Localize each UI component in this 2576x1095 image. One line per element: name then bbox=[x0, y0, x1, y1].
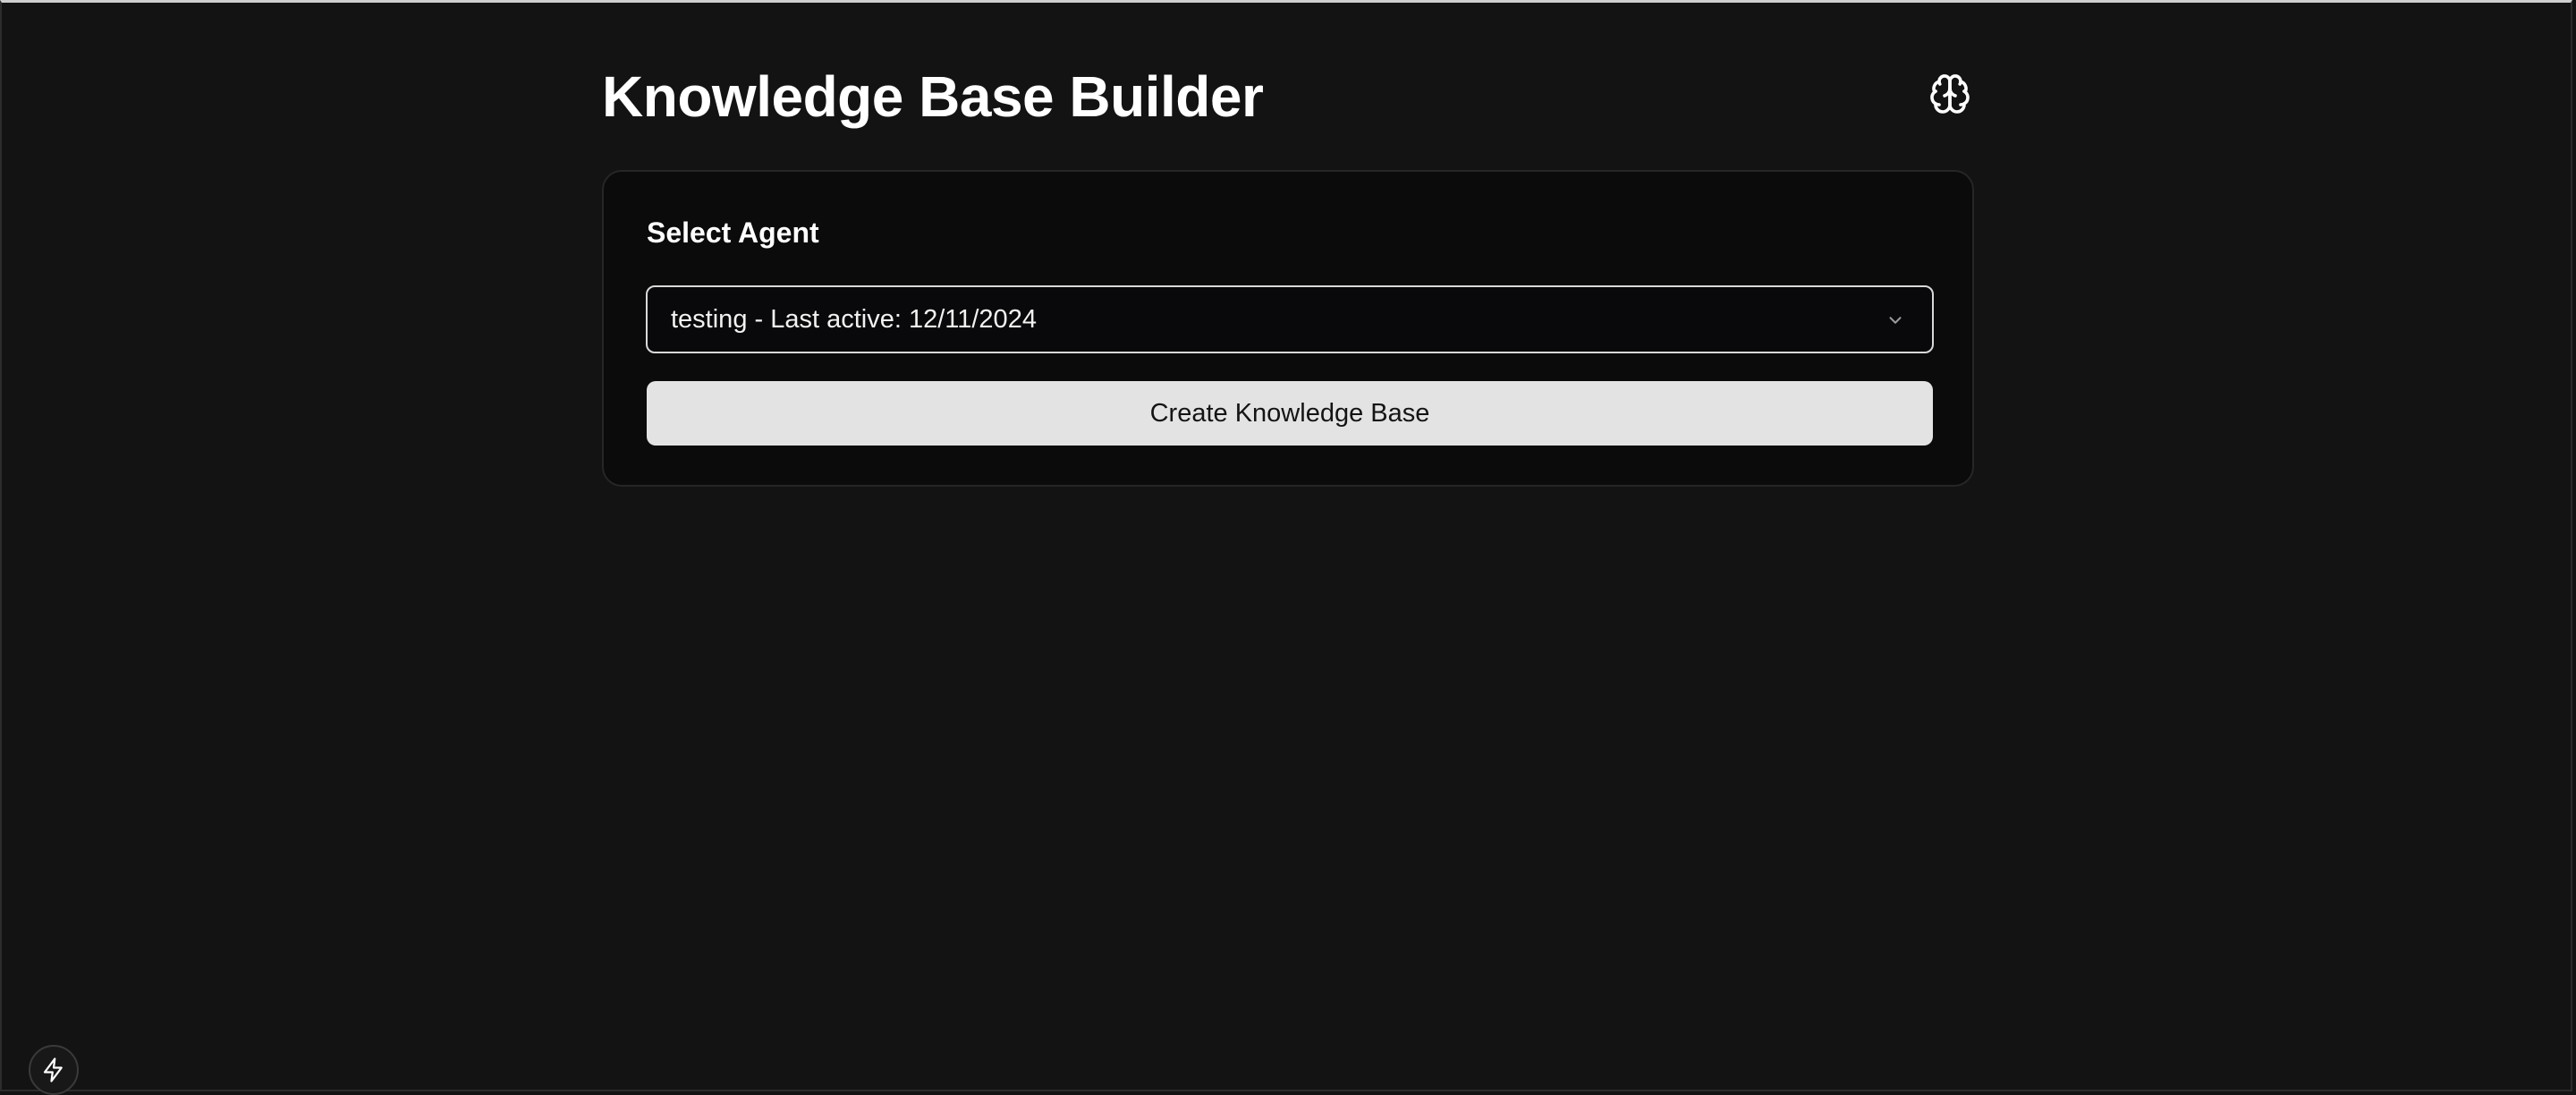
brain-button[interactable] bbox=[1926, 70, 1974, 118]
agent-select-value: testing - Last active: 12/11/2024 bbox=[671, 305, 1037, 334]
lightning-bolt-icon bbox=[43, 1057, 63, 1082]
page-header: Knowledge Base Builder bbox=[602, 0, 1974, 170]
main-container: Knowledge Base Builder Select Agent test… bbox=[602, 0, 1974, 487]
agent-select-card: Select Agent testing - Last active: 12/1… bbox=[602, 170, 1974, 487]
agent-select[interactable]: testing - Last active: 12/11/2024 bbox=[646, 285, 1934, 353]
select-agent-label: Select Agent bbox=[647, 216, 819, 249]
chevron-down-icon bbox=[1889, 317, 1902, 324]
page-title: Knowledge Base Builder bbox=[602, 64, 1264, 129]
quick-action-button[interactable] bbox=[29, 1045, 79, 1095]
brain-icon bbox=[1930, 74, 1970, 114]
create-knowledge-base-button[interactable]: Create Knowledge Base bbox=[647, 381, 1933, 446]
